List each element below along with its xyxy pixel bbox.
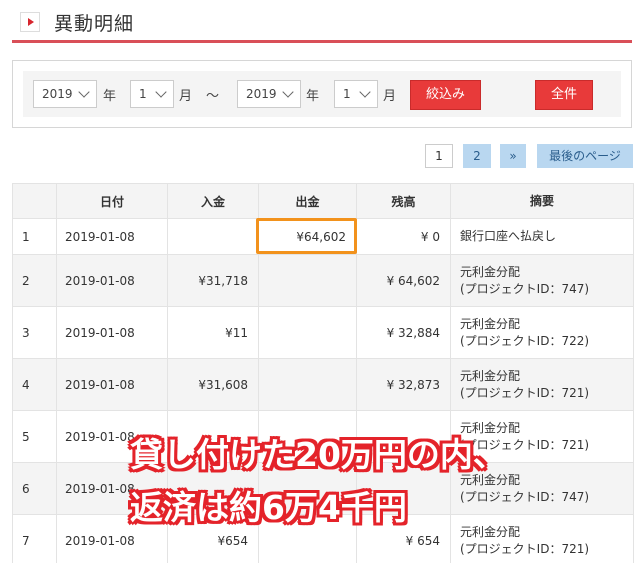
cell-no: 4 xyxy=(12,358,57,411)
cell-date: 2019-01-08 xyxy=(56,218,168,255)
overlay-caption-line2: 返済は約6万4千円 xyxy=(130,488,407,527)
cell-balance: ¥ 64,602 xyxy=(356,254,451,307)
show-all-button[interactable]: 全件 xyxy=(535,80,593,110)
page-header: 異動明細 xyxy=(0,0,640,44)
filter-panel: 2019 年 1 月 ～ 2019 年 1 月 絞込み 全件 xyxy=(12,60,632,128)
cell-deposit xyxy=(167,218,259,255)
cell-date: 2019-01-08 xyxy=(56,358,168,411)
cell-no: 2 xyxy=(12,254,57,307)
cell-balance: ¥ 32,884 xyxy=(356,306,451,359)
next-page-link[interactable]: » xyxy=(500,144,526,168)
table-header-row: 日付 入金 出金 残高 摘要 xyxy=(12,183,634,219)
description-line1: 元利金分配 xyxy=(460,316,521,331)
from-month-select[interactable]: 1 xyxy=(130,80,174,108)
month-label: 月 xyxy=(383,89,397,104)
play-arrow-icon xyxy=(20,12,40,32)
cell-description: 元利金分配 (プロジェクトID：721) xyxy=(450,358,634,411)
header-withdrawal: 出金 xyxy=(258,183,357,219)
cell-deposit: ¥31,608 xyxy=(167,358,259,411)
page-2-link[interactable]: 2 xyxy=(463,144,491,168)
cell-date: 2019-01-08 xyxy=(56,306,168,359)
header-description: 摘要 xyxy=(450,183,634,219)
cell-date: 2019-01-08 xyxy=(56,254,168,307)
cell-description: 元利金分配 (プロジェクトID：747) xyxy=(450,254,634,307)
cell-no: 3 xyxy=(12,306,57,359)
withdrawal-highlight-box xyxy=(256,218,357,254)
cell-description: 元利金分配 (プロジェクトID：721) xyxy=(450,514,634,563)
header-balance: 残高 xyxy=(356,183,451,219)
page-title: 異動明細 xyxy=(54,13,135,35)
description-line2: (プロジェクトID：721) xyxy=(460,541,590,556)
year-label: 年 xyxy=(103,89,117,104)
cell-no: 6 xyxy=(12,462,57,515)
filter-button[interactable]: 絞込み xyxy=(410,80,481,110)
cell-balance: ¥ 32,873 xyxy=(356,358,451,411)
to-year-select[interactable]: 2019 xyxy=(237,80,301,108)
cell-no: 5 xyxy=(12,410,57,463)
overlay-caption-line1: 貸し付けた20万円の内、 xyxy=(130,435,506,474)
description-line1: 元利金分配 xyxy=(460,368,521,383)
description-line2: (プロジェクトID：747) xyxy=(460,489,590,504)
cell-withdrawal xyxy=(258,254,357,307)
header-no xyxy=(12,183,57,219)
description-line1: 銀行口座へ払戻し xyxy=(460,229,557,243)
last-page-link[interactable]: 最後のページ xyxy=(537,144,633,168)
cell-description: 元利金分配 (プロジェクトID：722) xyxy=(450,306,634,359)
chevron-down-icon xyxy=(282,86,294,98)
table-row: 4 2019-01-08 ¥31,608 ¥ 32,873 元利金分配 (プロジ… xyxy=(12,358,634,411)
cell-deposit: ¥31,718 xyxy=(167,254,259,307)
from-month-value: 1 xyxy=(139,87,147,101)
chevron-down-icon xyxy=(359,86,371,98)
to-year-value: 2019 xyxy=(246,87,277,101)
from-year-value: 2019 xyxy=(42,87,73,101)
description-line1: 元利金分配 xyxy=(460,524,521,539)
chevron-down-icon xyxy=(78,86,90,98)
chevron-down-icon xyxy=(155,86,167,98)
header-deposit: 入金 xyxy=(167,183,259,219)
cell-no: 7 xyxy=(12,514,57,563)
page-1-current: 1 xyxy=(425,144,453,168)
year-label: 年 xyxy=(306,89,320,104)
header-divider xyxy=(12,40,632,43)
range-separator: ～ xyxy=(206,89,220,104)
cell-deposit: ¥11 xyxy=(167,306,259,359)
description-line1: 元利金分配 xyxy=(460,264,521,279)
description-line2: (プロジェクトID：721) xyxy=(460,385,590,400)
table-row: 3 2019-01-08 ¥11 ¥ 32,884 元利金分配 (プロジェクトI… xyxy=(12,306,634,359)
to-month-value: 1 xyxy=(343,87,351,101)
cell-no: 1 xyxy=(12,218,57,255)
cell-withdrawal xyxy=(258,306,357,359)
to-month-select[interactable]: 1 xyxy=(334,80,378,108)
from-year-select[interactable]: 2019 xyxy=(33,80,97,108)
header-date: 日付 xyxy=(56,183,168,219)
description-line2: (プロジェクトID：722) xyxy=(460,333,590,348)
table-row: 2 2019-01-08 ¥31,718 ¥ 64,602 元利金分配 (プロジ… xyxy=(12,254,634,307)
cell-description: 銀行口座へ払戻し xyxy=(450,218,634,255)
month-label: 月 xyxy=(179,89,193,104)
cell-balance: ¥ 0 xyxy=(356,218,451,255)
filter-bar: 2019 年 1 月 ～ 2019 年 1 月 絞込み 全件 xyxy=(23,71,621,117)
cell-withdrawal xyxy=(258,358,357,411)
description-line2: (プロジェクトID：747) xyxy=(460,281,590,296)
